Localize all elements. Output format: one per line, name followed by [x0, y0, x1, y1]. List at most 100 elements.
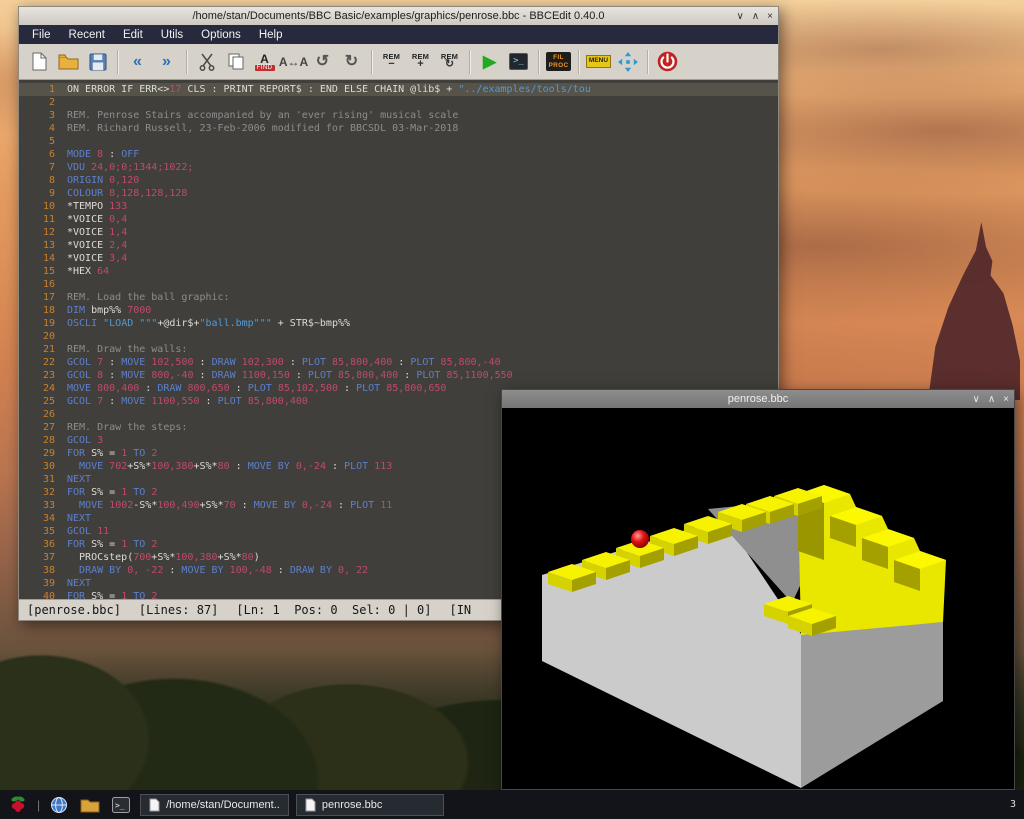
- status-segment: [Ln: 1 Pos: 0 Sel: 0 | 0]: [236, 603, 431, 617]
- line-number: 25: [19, 395, 67, 408]
- code-line: 11*VOICE 0,4: [19, 213, 778, 226]
- toolbar-separator: [186, 50, 187, 74]
- rem-add-button[interactable]: REM+: [407, 47, 434, 76]
- line-number: 40: [19, 590, 67, 599]
- console-button[interactable]: >_: [505, 47, 532, 76]
- line-number: 37: [19, 551, 67, 564]
- search-back-button[interactable]: ↺: [309, 47, 336, 76]
- code-line: 8ORIGIN 0,120: [19, 174, 778, 187]
- system-tray: 3: [1010, 799, 1018, 810]
- taskbar-window-button-1[interactable]: /home/stan/Document..: [140, 794, 289, 816]
- raspberry-menu-icon[interactable]: [6, 793, 30, 817]
- tower-silhouette: [928, 222, 1020, 400]
- toolbar-separator: [578, 50, 579, 74]
- menu-recent[interactable]: Recent: [60, 27, 114, 43]
- run-button[interactable]: ▶: [476, 47, 503, 76]
- code-line: 14*VOICE 3,4: [19, 252, 778, 265]
- line-number: 18: [19, 304, 67, 317]
- replace-button[interactable]: A↔A: [280, 47, 307, 76]
- line-number: 1: [19, 83, 67, 96]
- taskbar-window-button-2[interactable]: penrose.bbc: [296, 794, 444, 816]
- code-line: 6MODE 8 : OFF: [19, 148, 778, 161]
- line-number: 35: [19, 525, 67, 538]
- open-file-button[interactable]: [55, 47, 82, 76]
- line-number: 28: [19, 434, 67, 447]
- bbcedit-titlebar[interactable]: /home/stan/Documents/BBC Basic/examples/…: [19, 7, 778, 25]
- line-number: 13: [19, 239, 67, 252]
- find-button[interactable]: AFIND: [251, 47, 278, 76]
- menu-edit[interactable]: Edit: [114, 27, 152, 43]
- toolbar-separator: [647, 50, 648, 74]
- code-line: 5: [19, 135, 778, 148]
- line-number: 32: [19, 486, 67, 499]
- line-number: 12: [19, 226, 67, 239]
- rem-toggle-button[interactable]: REM↻: [436, 47, 463, 76]
- close-icon[interactable]: ×: [767, 11, 773, 22]
- line-number: 21: [19, 343, 67, 356]
- line-number: 9: [19, 187, 67, 200]
- code-line: 18DIM bmp%% 7000: [19, 304, 778, 317]
- line-number: 17: [19, 291, 67, 304]
- file-manager-icon[interactable]: [78, 793, 102, 817]
- line-number: 3: [19, 109, 67, 122]
- close-icon[interactable]: ×: [1003, 394, 1009, 405]
- window-controls: ∨ ∧ ×: [737, 7, 774, 25]
- line-number: 33: [19, 499, 67, 512]
- code-line: 1ON ERROR IF ERR<>17 CLS : PRINT REPORT$…: [19, 83, 778, 96]
- penrose-canvas: [502, 408, 1014, 789]
- shade-icon[interactable]: ∨: [973, 394, 980, 405]
- line-number: 19: [19, 317, 67, 330]
- line-number: 8: [19, 174, 67, 187]
- line-number: 10: [19, 200, 67, 213]
- layout-button[interactable]: [614, 47, 641, 76]
- line-number: 27: [19, 421, 67, 434]
- web-browser-icon[interactable]: [47, 793, 71, 817]
- code-line: 12*VOICE 1,4: [19, 226, 778, 239]
- line-number: 38: [19, 564, 67, 577]
- search-forward-button[interactable]: ↻: [338, 47, 365, 76]
- cut-button[interactable]: [193, 47, 220, 76]
- code-line: 7VDU 24,0;0;1344;1022;: [19, 161, 778, 174]
- code-line: 4REM. Richard Russell, 23-Feb-2006 modif…: [19, 122, 778, 135]
- shade-icon[interactable]: ∨: [737, 11, 744, 22]
- menu-options[interactable]: Options: [192, 27, 250, 43]
- code-line: 3REM. Penrose Stairs accompanied by an '…: [19, 109, 778, 122]
- list-fn-proc-button[interactable]: FILPROC: [545, 47, 572, 76]
- menu-utils[interactable]: Utils: [152, 27, 192, 43]
- toolbar-separator: [469, 50, 470, 74]
- line-number: 22: [19, 356, 67, 369]
- rem-remove-button[interactable]: REM−: [378, 47, 405, 76]
- redo-button[interactable]: »: [153, 47, 180, 76]
- ide-menu-button[interactable]: MENU: [585, 47, 612, 76]
- line-number: 30: [19, 460, 67, 473]
- terminal-launcher-icon[interactable]: >_: [109, 793, 133, 817]
- maximize-icon[interactable]: ∧: [988, 394, 995, 405]
- taskbar-separator: |: [37, 798, 40, 812]
- undo-button[interactable]: «: [124, 47, 151, 76]
- line-number: 26: [19, 408, 67, 421]
- toolbar: «» AFINDA↔A↺↻ REM−REM+REM↻ ▶>_ FILPROC MENU: [19, 44, 778, 80]
- copy-button[interactable]: [222, 47, 249, 76]
- code-line: 15*HEX 64: [19, 265, 778, 278]
- status-segment: [penrose.bbc]: [27, 603, 121, 617]
- maximize-icon[interactable]: ∧: [752, 11, 759, 22]
- taskbar: | >_ /home/stan/Document.. penrose.bbc 3: [0, 790, 1024, 819]
- line-number: 14: [19, 252, 67, 265]
- line-number: 24: [19, 382, 67, 395]
- menu-help[interactable]: Help: [250, 27, 292, 43]
- save-file-button[interactable]: [84, 47, 111, 76]
- toolbar-separator: [117, 50, 118, 74]
- line-number: 6: [19, 148, 67, 161]
- new-file-button[interactable]: [26, 47, 53, 76]
- code-line: 13*VOICE 2,4: [19, 239, 778, 252]
- menu-file[interactable]: File: [23, 27, 60, 43]
- output-titlebar[interactable]: penrose.bbc ∨ ∧ ×: [502, 390, 1014, 408]
- line-number: 34: [19, 512, 67, 525]
- code-line: 23GCOL 8 : MOVE 800,-40 : DRAW 1100,150 …: [19, 369, 778, 382]
- line-number: 2: [19, 96, 67, 109]
- quit-button[interactable]: [654, 47, 681, 76]
- document-icon: [149, 798, 160, 812]
- toolbar-separator: [371, 50, 372, 74]
- code-line: 22GCOL 7 : MOVE 102,500 : DRAW 102,300 :…: [19, 356, 778, 369]
- line-number: 11: [19, 213, 67, 226]
